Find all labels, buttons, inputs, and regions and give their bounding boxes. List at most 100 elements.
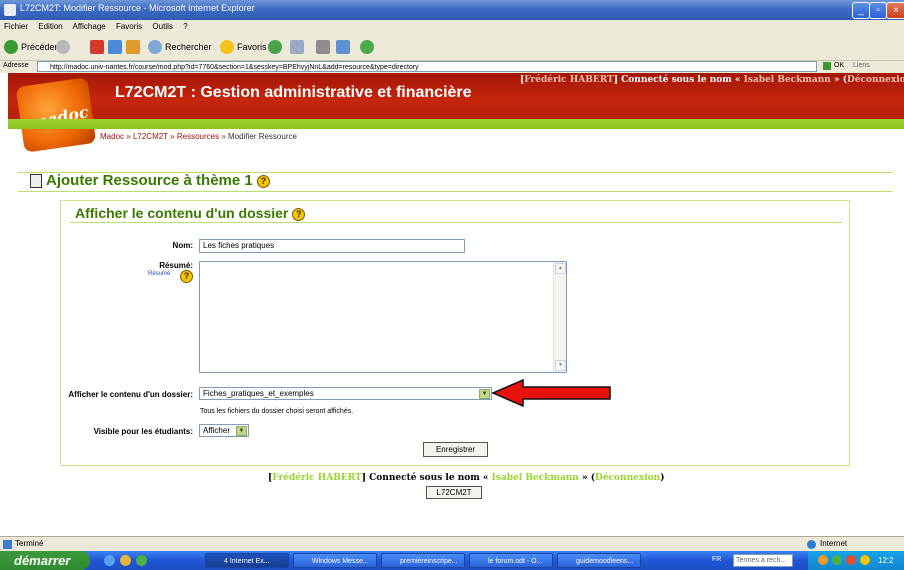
task-windows-messenger[interactable]: Windows Messe... <box>293 553 377 568</box>
course-button[interactable]: L72CM2T <box>426 486 482 499</box>
menu-bar: Fichier Edition Affichage Favoris Outils… <box>0 20 904 34</box>
messenger-quicklaunch-icon[interactable] <box>136 555 147 566</box>
ie-quicklaunch-icon[interactable] <box>104 555 115 566</box>
search-icon <box>148 40 162 54</box>
url-input[interactable]: http://madoc.univ-nantes.fr/course/mod.p… <box>37 61 817 72</box>
print-icon <box>316 40 330 54</box>
summary-help-link[interactable]: Résumé <box>148 271 170 277</box>
site-title: L72CM2T : Gestion administrative et fina… <box>115 84 472 101</box>
window-title: L72CM2T: Modifier Ressource - Microsoft … <box>20 3 255 13</box>
links-label[interactable]: Liens <box>853 62 870 69</box>
section-title-text: Ajouter Ressource à thème 1 <box>46 172 253 189</box>
help-icon[interactable]: ? <box>180 270 193 283</box>
breadcrumb-sep: » <box>170 132 175 141</box>
messenger-button[interactable] <box>360 40 377 54</box>
tray-icon[interactable] <box>846 555 856 565</box>
forward-button[interactable] <box>56 40 73 54</box>
folder-hint: Tous les fichiers du dossier choisi sero… <box>200 408 354 415</box>
logout-link[interactable]: Déconnexion <box>595 473 660 483</box>
login-sep: » ( <box>833 75 848 85</box>
scroll-down-icon[interactable]: ▼ <box>555 360 566 371</box>
start-label: démarrer <box>14 553 71 568</box>
print-button[interactable] <box>316 40 333 54</box>
go-arrow-icon[interactable] <box>823 62 831 70</box>
mail-icon <box>290 40 304 54</box>
folder-selected-value: Fiches_pratiques_et_exemples <box>203 389 314 398</box>
task-internet-explorer[interactable]: 4 Internet Ex... <box>205 553 289 568</box>
tray-icon[interactable] <box>818 555 828 565</box>
tray-icon[interactable] <box>832 555 842 565</box>
help-icon[interactable]: ? <box>256 174 270 188</box>
messenger-icon <box>360 40 374 54</box>
home-icon <box>126 40 140 54</box>
breadcrumb-madoc[interactable]: Madoc <box>100 132 124 141</box>
search-button[interactable]: Rechercher <box>148 40 212 54</box>
breadcrumb-course[interactable]: L72CM2T <box>133 132 168 141</box>
language-indicator[interactable]: FR <box>712 556 721 563</box>
scroll-up-icon[interactable]: ▲ <box>555 263 566 274</box>
mail-button[interactable] <box>290 40 307 54</box>
teacher-link[interactable]: Frédéric HABERT <box>272 473 361 483</box>
zone-text: Internet <box>820 539 848 548</box>
menu-tools[interactable]: Outils <box>152 22 172 31</box>
history-icon <box>268 40 282 54</box>
system-tray: 12:2 <box>808 551 904 570</box>
address-label: Adresse <box>3 62 29 69</box>
login-text: ] Connecté sous le nom « <box>361 473 489 483</box>
minimize-button[interactable]: _ <box>852 2 870 19</box>
breadcrumb-current: Modifier Ressource <box>228 132 297 141</box>
nav-green-bar <box>8 119 904 129</box>
name-input[interactable]: Les fiches pratiques <box>199 239 465 253</box>
close-button[interactable]: × <box>886 2 904 19</box>
maximize-button[interactable]: ▫ <box>869 2 887 19</box>
chevron-down-icon[interactable]: ▼ <box>479 389 490 399</box>
menu-view[interactable]: Affichage <box>73 22 106 31</box>
login-end: ) <box>660 473 665 483</box>
favorites-label: Favoris <box>237 42 267 52</box>
save-button[interactable]: Enregistrer <box>423 442 488 457</box>
breadcrumb: Madoc » L72CM2T » Ressources » Modifier … <box>100 132 297 141</box>
summary-textarea[interactable]: ▲ ▼ <box>199 261 567 373</box>
task-guide-moodle[interactable]: guidemoodleens... <box>557 553 641 568</box>
edit-button[interactable] <box>336 40 353 54</box>
search-label: Rechercher <box>165 42 212 52</box>
menu-help[interactable]: ? <box>183 22 187 31</box>
user-link[interactable]: Isabel Beckmann <box>744 75 831 85</box>
help-icon[interactable]: ? <box>292 207 306 221</box>
teacher-link[interactable]: Frédéric HABERT <box>524 75 613 85</box>
tray-icon[interactable] <box>860 555 870 565</box>
chevron-down-icon[interactable]: ▼ <box>236 426 247 436</box>
textarea-scrollbar[interactable]: ▲ ▼ <box>553 262 566 372</box>
folder-label: Afficher le contenu d'un dossier: <box>68 390 193 399</box>
globe-icon <box>807 540 816 549</box>
logout-link[interactable]: Déconnexion <box>847 75 904 85</box>
home-button[interactable] <box>126 40 143 54</box>
task-premiere-inscription[interactable]: premièreinscripe... <box>381 553 465 568</box>
refresh-button[interactable] <box>108 40 125 54</box>
start-button[interactable]: démarrer <box>0 551 90 570</box>
favorites-button[interactable]: Favoris <box>220 40 267 54</box>
stop-icon <box>90 40 104 54</box>
history-button[interactable] <box>268 40 285 54</box>
red-arrow-annotation <box>491 378 611 408</box>
summary-help-wrap: ? <box>180 270 193 283</box>
user-link[interactable]: Isabel Beckmann <box>492 473 579 483</box>
folder-select[interactable]: Fiches_pratiques_et_exemples ▼ <box>199 387 492 400</box>
refresh-icon <box>108 40 122 54</box>
desktop-icon[interactable] <box>120 555 131 566</box>
menu-favorites[interactable]: Favoris <box>116 22 142 31</box>
menu-edit[interactable]: Edition <box>38 22 62 31</box>
breadcrumb-resources[interactable]: Ressources <box>177 132 219 141</box>
taskbar-search-input[interactable]: Termes à rech... <box>733 554 793 567</box>
go-button[interactable]: OK <box>834 62 844 69</box>
name-label: Nom: <box>172 241 193 250</box>
breadcrumb-sep: » <box>126 132 131 141</box>
visible-label: Visible pour les étudiants: <box>93 427 193 436</box>
task-forum-odt[interactable]: le forum.odt - O... <box>469 553 553 568</box>
login-info: [Frédéric HABERT] Connecté sous le nom «… <box>520 75 904 85</box>
address-bar: Adresse http://madoc.univ-nantes.fr/cour… <box>0 61 904 73</box>
menu-file[interactable]: Fichier <box>4 22 28 31</box>
stop-button[interactable] <box>90 40 107 54</box>
form-divider <box>70 222 842 223</box>
visible-select[interactable]: Afficher ▼ <box>199 424 249 437</box>
